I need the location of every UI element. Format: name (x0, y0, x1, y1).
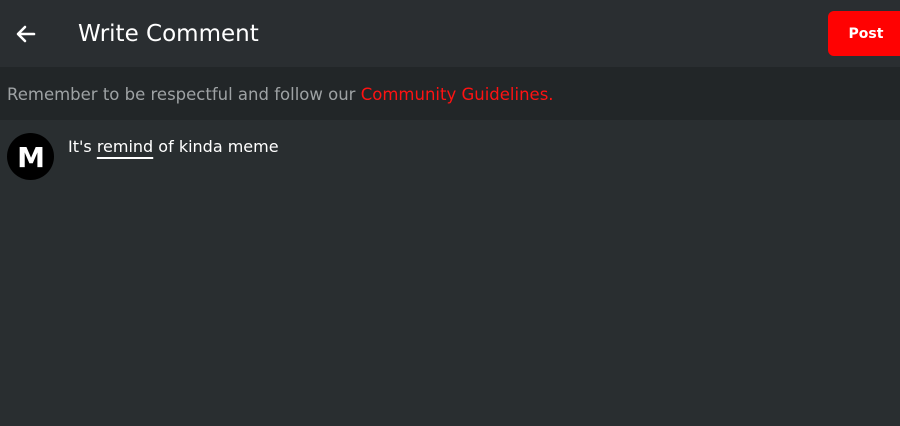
comment-input[interactable]: It's remind of kinda meme (68, 136, 279, 158)
back-button[interactable] (10, 18, 42, 50)
post-button[interactable]: Post (828, 11, 900, 56)
comment-text-start: It's (68, 137, 97, 156)
guidelines-notice-text: Remember to be respectful and follow our… (7, 84, 554, 106)
top-bar: Write Comment Post (0, 0, 900, 67)
avatar-letter: M (17, 144, 45, 170)
write-comment-screen: Write Comment Post Remember to be respec… (0, 0, 900, 426)
page-title: Write Comment (78, 21, 259, 47)
spellcheck-word[interactable]: remind (97, 137, 153, 156)
notice-message: Remember to be respectful and follow our (7, 85, 361, 104)
arrow-left-icon (16, 25, 36, 43)
avatar: M (7, 133, 54, 180)
community-guidelines-link[interactable]: Community Guidelines. (361, 85, 554, 104)
comment-text-end: of kinda meme (153, 137, 279, 156)
avatar-logo: M (17, 144, 45, 170)
